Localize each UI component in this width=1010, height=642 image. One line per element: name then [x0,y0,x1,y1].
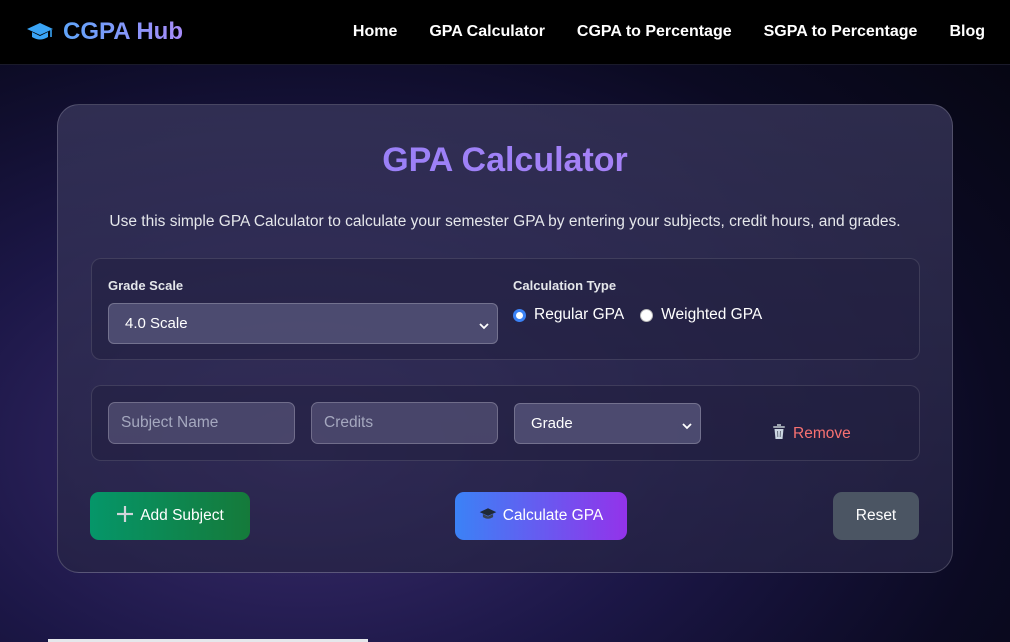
credits-input[interactable]: Credits [311,402,498,444]
radio-weighted-indicator[interactable] [640,308,654,322]
chevron-down-icon [479,318,489,335]
nav-links: Home GPA Calculator CGPA to Percentage S… [353,23,985,41]
top-navbar: CGPA Hub Home GPA Calculator CGPA to Per… [0,0,1010,65]
nav-gpa-calculator[interactable]: GPA Calculator [429,23,545,41]
add-subject-label: Add Subject [140,507,224,524]
graduation-cap-icon [479,507,497,526]
remove-label: Remove [793,425,851,442]
graduation-cap-icon [26,21,54,43]
brand-logo[interactable]: CGPA Hub [26,18,183,46]
settings-panel: Grade Scale 4.0 Scale Calculation Type R… [91,258,920,360]
nav-cgpa-to-percentage[interactable]: CGPA to Percentage [577,23,732,41]
nav-sgpa-to-percentage[interactable]: SGPA to Percentage [764,23,918,41]
page-description: Use this simple GPA Calculator to calcul… [109,213,901,230]
plus-icon [116,505,134,528]
calculation-type-label: Calculation Type [513,278,617,293]
gpa-calculator-card: GPA Calculator Use this simple GPA Calcu… [57,104,953,573]
grade-select-value: Grade [531,415,573,432]
radio-regular-label: Regular GPA [534,306,625,323]
subject-row: Subject Name Credits Grade Remove [91,385,920,461]
reset-button[interactable]: Reset [833,492,919,540]
remove-subject-button[interactable]: Remove [771,423,851,445]
page-title: GPA Calculator [58,141,952,180]
grade-scale-label: Grade Scale [108,278,184,293]
calculate-gpa-button[interactable]: Calculate GPA [455,492,627,540]
calculation-type-group: Regular GPA Weighted GPA [513,306,762,324]
chevron-down-icon [682,418,692,435]
radio-weighted-gpa[interactable]: Weighted GPA [640,306,762,324]
brand-name: CGPA Hub [63,18,183,45]
grade-scale-select[interactable]: 4.0 Scale [108,303,498,344]
radio-weighted-label: Weighted GPA [661,306,763,323]
radio-regular-indicator[interactable] [513,308,526,322]
nav-home[interactable]: Home [353,23,397,41]
radio-regular-gpa[interactable]: Regular GPA [513,306,624,324]
calculate-gpa-label: Calculate GPA [502,507,604,524]
add-subject-button[interactable]: Add Subject [90,492,250,540]
grade-select[interactable]: Grade [514,403,701,444]
nav-blog[interactable]: Blog [949,23,985,41]
subject-name-input[interactable]: Subject Name [108,402,295,444]
trash-icon [771,423,787,445]
grade-scale-value: 4.0 Scale [125,315,188,332]
reset-label: Reset [855,507,897,524]
